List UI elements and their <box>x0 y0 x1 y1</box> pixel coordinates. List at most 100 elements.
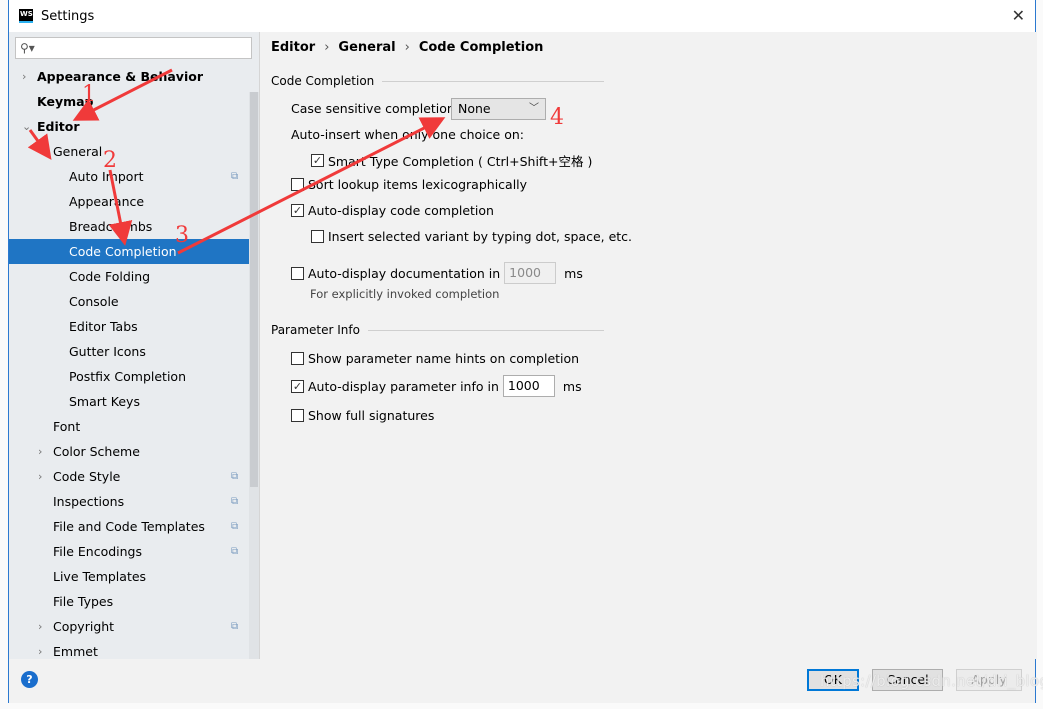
chevron-right-icon: › <box>404 40 410 55</box>
project-scope-icon: ⧉ <box>231 471 239 482</box>
label: Auto-insert when only one choice on: <box>291 127 524 142</box>
sidebar-item-label: Code Completion <box>69 244 177 259</box>
label: Auto-display documentation in <box>308 265 501 281</box>
chevron-right-icon[interactable]: › <box>22 64 26 89</box>
breadcrumb: Editor › General › Code Completion <box>271 40 543 55</box>
breadcrumb-item[interactable]: General <box>338 40 395 55</box>
chevron-right-icon: › <box>324 40 330 55</box>
checkbox[interactable] <box>311 230 324 243</box>
sidebar-item-label: Smart Keys <box>69 394 140 409</box>
label: Show full signatures <box>308 408 435 423</box>
annotation-number: 3 <box>175 223 189 248</box>
breadcrumb-item[interactable]: Editor <box>271 40 315 55</box>
sidebar-item-label: Gutter Icons <box>69 344 146 359</box>
auto-insert-label: Auto-insert when only one choice on: <box>291 127 524 142</box>
smart-type-checkbox[interactable]: ✓ Smart Type Completion ( Ctrl+Shift+空格 ) <box>311 151 592 170</box>
sidebar-item[interactable]: Auto Import ⧉ <box>9 164 259 189</box>
chevron-down-icon: ﹀ <box>529 103 539 114</box>
section-parameter-info: Parameter Info <box>271 323 604 337</box>
chevron-right-icon[interactable]: › <box>38 439 42 464</box>
dropdown-value: None <box>458 101 491 116</box>
search-icon: ⚲▾ <box>20 41 35 55</box>
chevron-down-icon[interactable]: ⌄ <box>38 139 47 164</box>
sidebar-item[interactable]: Breadcrumbs <box>9 214 259 239</box>
sidebar-item[interactable]: File Types <box>9 589 259 614</box>
checkbox[interactable] <box>291 409 304 422</box>
sidebar-item[interactable]: Font <box>9 414 259 439</box>
chevron-right-icon[interactable]: › <box>38 614 42 639</box>
webstorm-logo-icon: WS <box>19 9 33 23</box>
unit-label: ms <box>562 378 582 394</box>
sidebar-item[interactable]: ⌄ General <box>9 139 259 164</box>
sidebar-item[interactable]: › Copyright ⧉ <box>9 614 259 639</box>
label: Show parameter name hints on completion <box>308 351 580 366</box>
scrollbar-thumb[interactable] <box>250 92 258 487</box>
section-code-completion: Code Completion <box>271 74 604 88</box>
checkbox[interactable]: ✓ <box>291 204 304 217</box>
full-signatures-checkbox[interactable]: Show full signatures <box>291 408 434 423</box>
sidebar-item-label: File Encodings <box>53 544 143 559</box>
sidebar-item[interactable]: File Encodings ⧉ <box>9 539 259 564</box>
chevron-right-icon[interactable]: › <box>38 464 42 489</box>
sidebar-item[interactable]: Postfix Completion <box>9 364 259 389</box>
close-icon[interactable]: ✕ <box>1012 6 1025 25</box>
sidebar-item[interactable]: Console <box>9 289 259 314</box>
sidebar-item[interactable]: Smart Keys <box>9 389 259 414</box>
sidebar-item-label: Code Folding <box>69 269 151 284</box>
name-hints-checkbox[interactable]: Show parameter name hints on completion <box>291 351 579 366</box>
checkbox[interactable]: ✓ <box>311 154 324 167</box>
chevron-down-icon[interactable]: ⌄ <box>22 114 31 139</box>
insert-variant-checkbox[interactable]: Insert selected variant by typing dot, s… <box>311 229 632 244</box>
checkbox[interactable] <box>291 266 304 280</box>
watermark: https://blog.csdn.net/dri_blogs <box>820 672 1043 690</box>
label: Sort lookup items lexicographically <box>308 177 528 192</box>
divider <box>382 80 604 82</box>
sidebar-item[interactable]: Live Templates <box>9 564 259 589</box>
sidebar-item-label: Appearance <box>69 194 145 209</box>
sidebar-scrollbar[interactable] <box>249 92 259 659</box>
label: Case sensitive completion: <box>291 101 460 116</box>
annotation-number: 1 <box>82 82 96 107</box>
sidebar-item-label: Copyright <box>53 619 115 634</box>
project-scope-icon: ⧉ <box>231 496 239 507</box>
auto-display-completion-checkbox[interactable]: ✓ Auto-display code completion <box>291 203 494 218</box>
auto-param-info-checkbox[interactable]: ✓ Auto-display parameter info in 1000 ms <box>291 375 582 397</box>
settings-sidebar: ⚲▾ › Appearance & Behavior Keymap ⌄ Editor ⌄ G… <box>9 32 259 659</box>
project-scope-icon: ⧉ <box>231 171 239 182</box>
auto-doc-checkbox[interactable]: Auto-display documentation in 1000 ms <box>291 262 583 284</box>
sidebar-item[interactable]: File and Code Templates ⧉ <box>9 514 259 539</box>
checkbox[interactable] <box>291 352 304 365</box>
sidebar-item[interactable]: › Appearance & Behavior <box>9 64 259 89</box>
sidebar-item[interactable]: ⌄ Editor <box>9 114 259 139</box>
sidebar-item[interactable]: › Color Scheme <box>9 439 259 464</box>
sidebar-item-label: Color Scheme <box>53 444 140 459</box>
label: Auto-display code completion <box>308 203 494 218</box>
sidebar-item[interactable]: › Code Style ⧉ <box>9 464 259 489</box>
sidebar-item[interactable]: Appearance <box>9 189 259 214</box>
param-info-delay-input[interactable]: 1000 <box>502 375 555 397</box>
settings-content: Editor › General › Code Completion Code Comp… <box>259 32 1037 659</box>
auto-doc-hint: For explicitly invoked completion <box>310 287 500 301</box>
sort-lookup-checkbox[interactable]: Sort lookup items lexicographically <box>291 177 527 192</box>
checkbox[interactable]: ✓ <box>291 379 304 393</box>
auto-doc-delay-input[interactable]: 1000 <box>504 262 557 284</box>
sidebar-item[interactable]: Code Folding <box>9 264 259 289</box>
sidebar-item-label: Postfix Completion <box>69 369 186 384</box>
divider <box>367 329 604 331</box>
sidebar-item-label: Inspections <box>53 494 125 509</box>
window-title: Settings <box>41 8 95 24</box>
sidebar-item[interactable]: Keymap <box>9 89 259 114</box>
sidebar-item[interactable]: Editor Tabs <box>9 314 259 339</box>
case-sensitive-dropdown[interactable]: None ﹀ <box>451 98 546 120</box>
sidebar-item[interactable]: Gutter Icons <box>9 339 259 364</box>
sidebar-item[interactable]: Code Completion <box>9 239 259 264</box>
label: Insert selected variant by typing dot, s… <box>328 229 633 244</box>
annotation-number: 2 <box>103 148 117 173</box>
project-scope-icon: ⧉ <box>231 521 239 532</box>
help-icon[interactable]: ? <box>21 671 38 688</box>
sidebar-item-label: Live Templates <box>53 569 147 584</box>
search-input[interactable]: ⚲▾ <box>15 37 252 59</box>
label: Smart Type Completion ( Ctrl+Shift+空格 ) <box>328 154 593 169</box>
sidebar-item[interactable]: Inspections ⧉ <box>9 489 259 514</box>
checkbox[interactable] <box>291 178 304 191</box>
